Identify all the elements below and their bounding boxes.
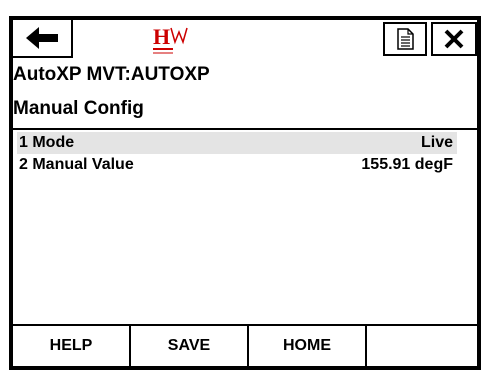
back-button[interactable] bbox=[13, 20, 73, 58]
close-icon bbox=[444, 29, 464, 49]
close-button[interactable] bbox=[431, 22, 477, 56]
list-item-value: 155.91 degF bbox=[361, 156, 453, 173]
document-button[interactable] bbox=[383, 22, 427, 56]
save-button[interactable]: SAVE bbox=[131, 326, 249, 366]
toolbar: H bbox=[13, 20, 477, 60]
logo-text: H bbox=[153, 24, 170, 49]
device-tag: AutoXP MVT:AUTOXP bbox=[13, 64, 210, 85]
page-title: Manual Config bbox=[13, 98, 144, 119]
logo: H bbox=[151, 24, 211, 56]
arrow-left-icon bbox=[26, 27, 58, 49]
list-item-label: 2 Manual Value bbox=[19, 156, 134, 173]
help-button[interactable]: HELP bbox=[13, 326, 131, 366]
menu-list: 1 Mode Live 2 Manual Value 155.91 degF bbox=[13, 128, 477, 326]
device-frame: H AutoXP MVT:AUTOXP Manual Config 1 Mode… bbox=[9, 16, 481, 370]
device-screen: H AutoXP MVT:AUTOXP Manual Config 1 Mode… bbox=[13, 20, 477, 366]
document-icon bbox=[397, 28, 414, 50]
home-button[interactable]: HOME bbox=[249, 326, 367, 366]
list-item-label: 1 Mode bbox=[19, 134, 75, 151]
list-item-mode[interactable]: 1 Mode Live bbox=[17, 132, 457, 154]
list-item-manual-value[interactable]: 2 Manual Value 155.91 degF bbox=[17, 154, 457, 176]
scrollbar[interactable] bbox=[463, 130, 477, 324]
list-item-value: Live bbox=[420, 134, 453, 151]
function-bar: HELP SAVE HOME bbox=[13, 326, 477, 366]
